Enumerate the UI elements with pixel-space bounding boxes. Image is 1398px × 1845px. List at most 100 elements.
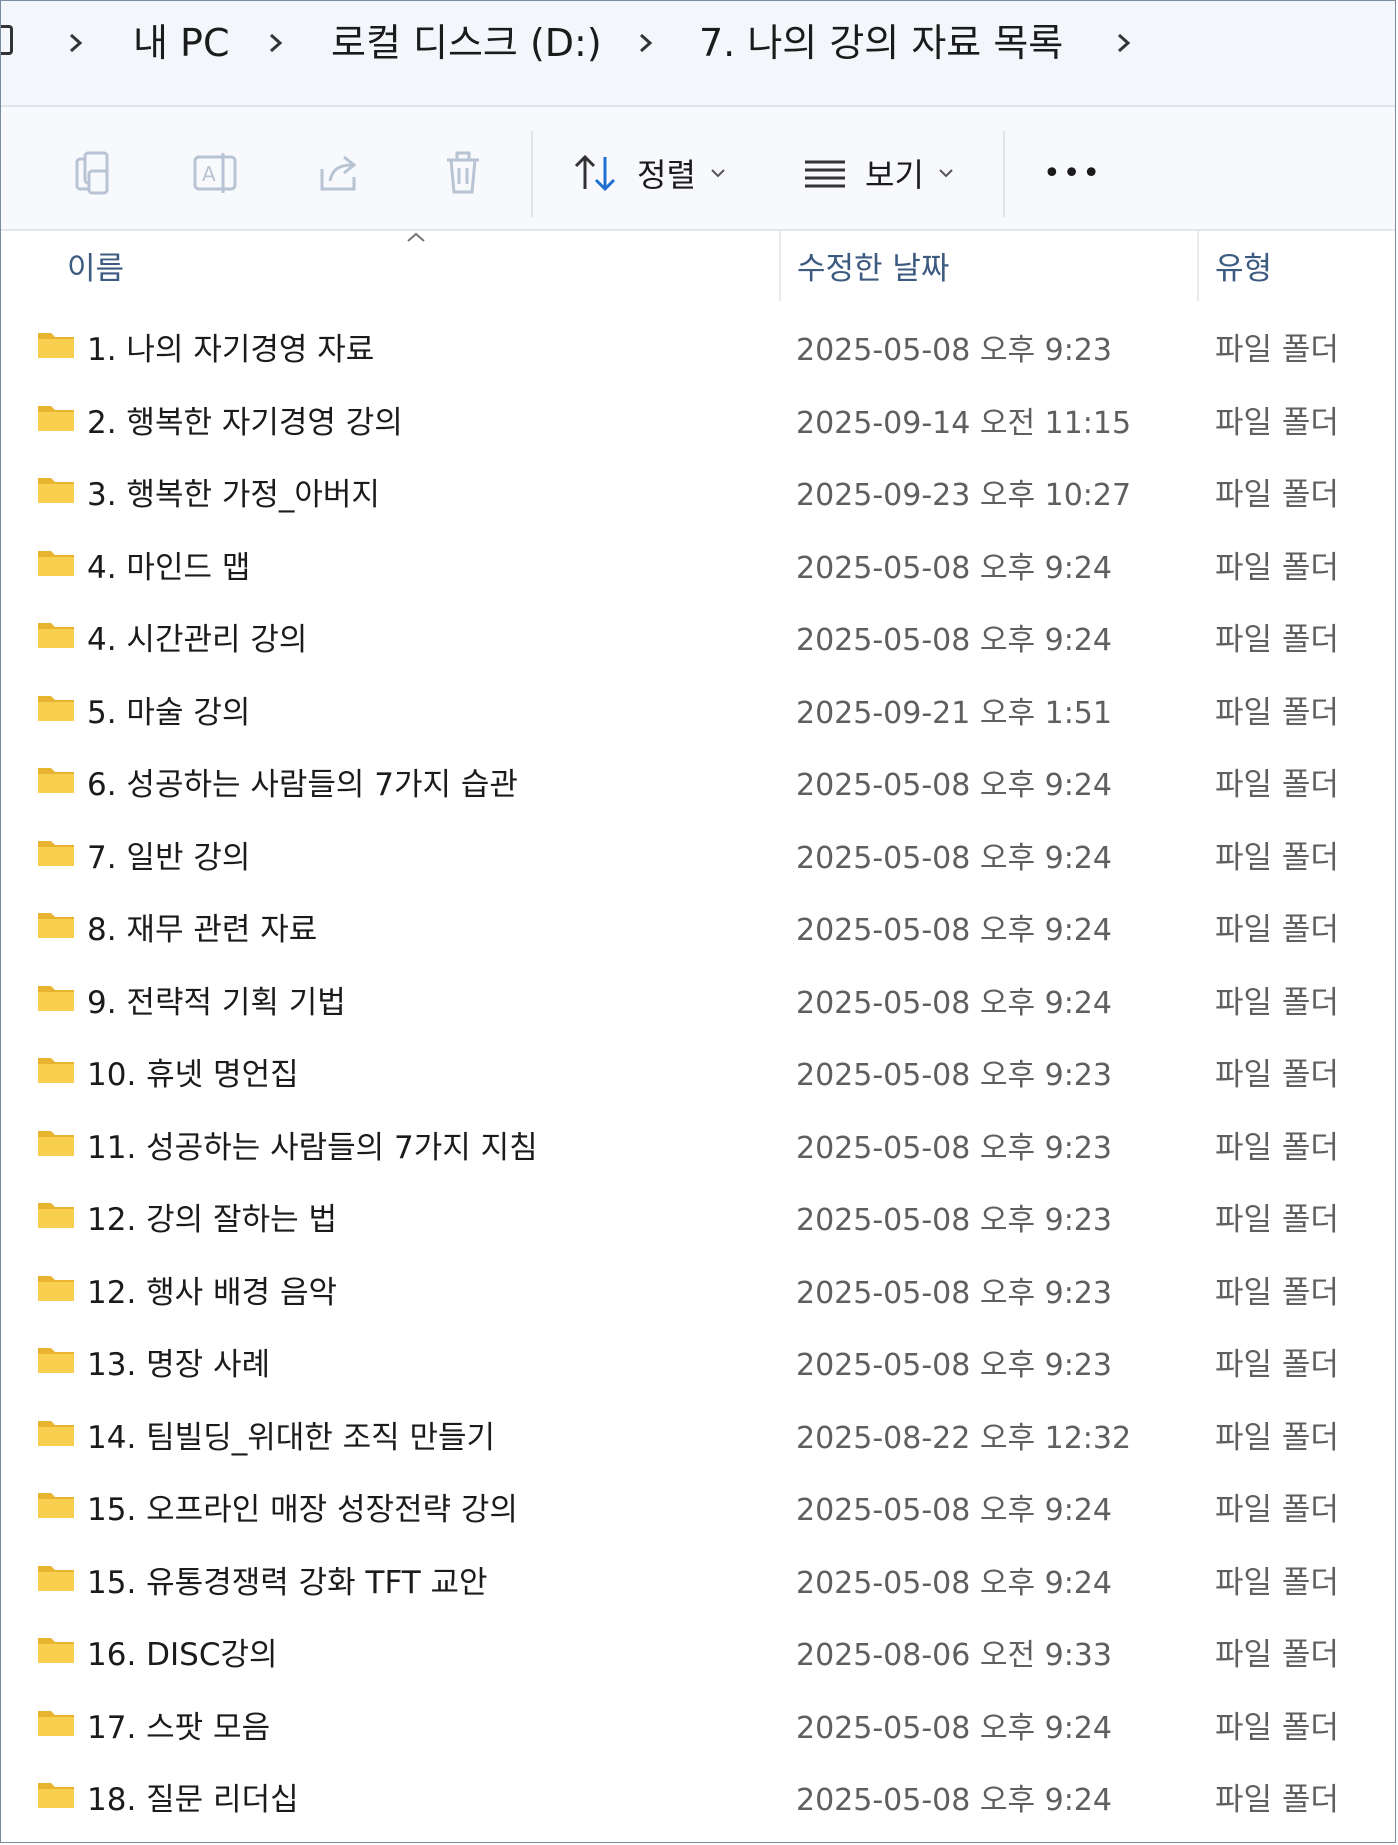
table-row[interactable]: 12. 행사 배경 음악 2025-05-08 오후 9:23 파일 폴더 [1, 1254, 1395, 1327]
column-header: 이름 수정한 날짜 유형 [1, 231, 1395, 303]
table-row[interactable]: 12. 강의 잘하는 법 2025-05-08 오후 9:23 파일 폴더 [1, 1181, 1395, 1254]
chevron-down-icon [711, 169, 725, 178]
file-type: 파일 폴더 [1215, 694, 1339, 731]
table-row[interactable]: 16. DISC강의 2025-08-06 오전 9:33 파일 폴더 [1, 1616, 1395, 1689]
view-label: 보기 [865, 156, 924, 194]
share-button[interactable] [313, 147, 365, 199]
table-row[interactable]: 4. 시간관리 강의 2025-05-08 오후 9:24 파일 폴더 [1, 601, 1395, 674]
file-modified-date: 2025-05-08 오후 9:24 [796, 623, 1112, 658]
table-row[interactable]: 18. 질문 리더십 2025-05-08 오후 9:24 파일 폴더 [1, 1761, 1395, 1834]
svg-text:A: A [202, 162, 216, 186]
file-type: 파일 폴더 [1215, 1492, 1339, 1528]
chevron-right-icon[interactable] [263, 23, 289, 63]
folder-icon [38, 840, 74, 866]
list-view-icon [805, 160, 845, 188]
chevron-right-icon[interactable] [1111, 23, 1137, 63]
breadcrumb-item-my-pc[interactable]: 내 PC [133, 19, 230, 67]
file-type: 파일 폴더 [1215, 404, 1339, 441]
sort-ascending-caret-icon [407, 232, 425, 242]
file-modified-date: 2025-09-23 오후 10:27 [796, 478, 1132, 513]
chevron-down-icon [939, 169, 953, 178]
file-name: 14. 팀빌딩_위대한 조직 만들기 [87, 1419, 496, 1456]
table-row[interactable]: 14. 팀빌딩_위대한 조직 만들기 2025-08-22 오후 12:32 파일 … [1, 1399, 1395, 1472]
column-name-header[interactable]: 이름 [67, 243, 124, 288]
file-name: 11. 성공하는 사람들의 7가지 지침 [87, 1129, 538, 1166]
file-name: 17. 스팟 모음 [87, 1709, 271, 1746]
file-name: 5. 마술 강의 [87, 694, 251, 731]
table-row[interactable]: 4. 마인드 맵 2025-05-08 오후 9:24 파일 폴더 [1, 529, 1395, 602]
table-row[interactable]: 5. 마술 강의 2025-09-21 오후 1:51 파일 폴더 [1, 674, 1395, 747]
file-name: 16. DISC강의 [87, 1637, 278, 1673]
table-row[interactable]: 7. 일반 강의 2025-05-08 오후 9:24 파일 폴더 [1, 819, 1395, 892]
folder-icon [38, 1565, 74, 1591]
table-row[interactable]: 2. 행복한 자기경영 강의 2025-09-14 오전 11:15 파일 폴더 [1, 384, 1395, 457]
file-type: 파일 폴더 [1215, 1709, 1339, 1746]
file-modified-date: 2025-05-08 오후 9:23 [796, 333, 1112, 368]
chevron-right-icon[interactable] [63, 23, 89, 63]
table-row[interactable]: 17. 스팟 모음 2025-05-08 오후 9:24 파일 폴더 [1, 1689, 1395, 1762]
folder-icon [38, 1710, 74, 1736]
folder-icon [38, 333, 74, 358]
file-modified-date: 2025-05-08 오후 9:24 [796, 768, 1112, 803]
command-toolbar: A 정렬 보기 ••• [1, 107, 1395, 231]
folder-icon [38, 1275, 74, 1301]
folder-icon [38, 1058, 74, 1083]
file-name: 10. 휴넷 명언집 [87, 1057, 299, 1093]
file-type: 파일 폴더 [1215, 477, 1339, 513]
file-modified-date: 2025-05-08 오후 9:24 [796, 1710, 1112, 1746]
table-row[interactable]: 9. 전략적 기획 기법 2025-05-08 오후 9:24 파일 폴더 [1, 964, 1395, 1037]
folder-icon [38, 1420, 74, 1446]
sort-button[interactable]: 정렬 [573, 145, 726, 201]
column-resize-handle[interactable] [779, 231, 781, 301]
file-modified-date: 2025-05-08 오후 9:23 [796, 1348, 1112, 1383]
column-resize-handle[interactable] [1197, 231, 1199, 301]
file-modified-date: 2025-05-08 오후 9:23 [796, 1275, 1112, 1311]
file-modified-date: 2025-05-08 오후 9:23 [796, 1203, 1112, 1238]
table-row[interactable]: 10. 휴넷 명언집 2025-05-08 오후 9:23 파일 폴더 [1, 1036, 1395, 1109]
file-type: 파일 폴더 [1215, 1202, 1339, 1238]
breadcrumb-item-current-folder[interactable]: 7. 나의 강의 자료 목록 [699, 19, 1063, 67]
delete-button[interactable] [437, 147, 489, 199]
pc-icon[interactable] [1, 25, 13, 55]
file-modified-date: 2025-05-08 오후 9:23 [796, 1058, 1112, 1093]
copy-icon [75, 151, 109, 195]
chevron-right-icon[interactable] [633, 23, 659, 63]
file-type: 파일 폴더 [1215, 1637, 1339, 1673]
file-name: 15. 오프라인 매장 성장전략 강의 [87, 1492, 518, 1528]
table-row[interactable]: 8. 재무 관련 자료 2025-05-08 오후 9:24 파일 폴더 [1, 891, 1395, 964]
file-type: 파일 폴더 [1215, 767, 1339, 803]
file-explorer-window: 내 PC 로컬 디스크 (D:) 7. 나의 강의 자료 목록 A 정렬 보기 … [0, 0, 1396, 1843]
column-modified-header[interactable]: 수정한 날짜 [797, 243, 949, 288]
rename-button[interactable]: A [189, 147, 241, 199]
folder-icon [38, 478, 74, 503]
file-name: 12. 강의 잘하는 법 [87, 1202, 337, 1238]
file-name: 9. 전략적 기획 기법 [87, 984, 346, 1021]
column-type-header[interactable]: 유형 [1215, 243, 1272, 288]
breadcrumb: 내 PC 로컬 디스크 (D:) 7. 나의 강의 자료 목록 [1, 1, 1395, 107]
file-type: 파일 폴더 [1215, 1419, 1339, 1456]
file-type: 파일 폴더 [1215, 1782, 1339, 1818]
file-modified-date: 2025-05-08 오후 9:24 [796, 550, 1112, 586]
table-row[interactable]: 1. 나의 자기경영 자료 2025-05-08 오후 9:23 파일 폴더 [1, 311, 1395, 384]
file-type: 파일 폴더 [1215, 839, 1339, 876]
file-type: 파일 폴더 [1215, 332, 1339, 368]
copy-button[interactable] [67, 147, 119, 199]
table-row[interactable]: 15. 유통경쟁력 강화 TFT 교안 2025-05-08 오후 9:24 파일 … [1, 1544, 1395, 1617]
file-modified-date: 2025-09-21 오후 1:51 [796, 695, 1112, 731]
folder-icon [38, 695, 74, 721]
breadcrumb-item-local-disk[interactable]: 로컬 디스크 (D:) [331, 19, 602, 67]
file-modified-date: 2025-05-08 오후 9:24 [796, 1783, 1112, 1818]
table-row[interactable]: 11. 성공하는 사람들의 7가지 지침 2025-05-08 오후 9:23 파일… [1, 1109, 1395, 1182]
share-icon [320, 155, 357, 191]
toolbar-divider [1003, 131, 1005, 217]
table-row[interactable]: 6. 성공하는 사람들의 7가지 습관 2025-05-08 오후 9:24 파일 … [1, 746, 1395, 819]
table-row[interactable]: 3. 행복한 가정_아버지 2025-09-23 오후 10:27 파일 폴더 [1, 456, 1395, 529]
more-options-button[interactable]: ••• [1043, 145, 1102, 201]
table-row[interactable]: 13. 명장 사례 2025-05-08 오후 9:23 파일 폴더 [1, 1326, 1395, 1399]
file-type: 파일 폴더 [1215, 984, 1339, 1021]
table-row[interactable]: 15. 오프라인 매장 성장전략 강의 2025-05-08 오후 9:24 파일 … [1, 1471, 1395, 1544]
file-type: 파일 폴더 [1215, 1347, 1339, 1383]
view-button[interactable]: 보기 [803, 145, 954, 201]
folder-icon [38, 405, 74, 431]
file-type: 파일 폴더 [1215, 912, 1339, 948]
